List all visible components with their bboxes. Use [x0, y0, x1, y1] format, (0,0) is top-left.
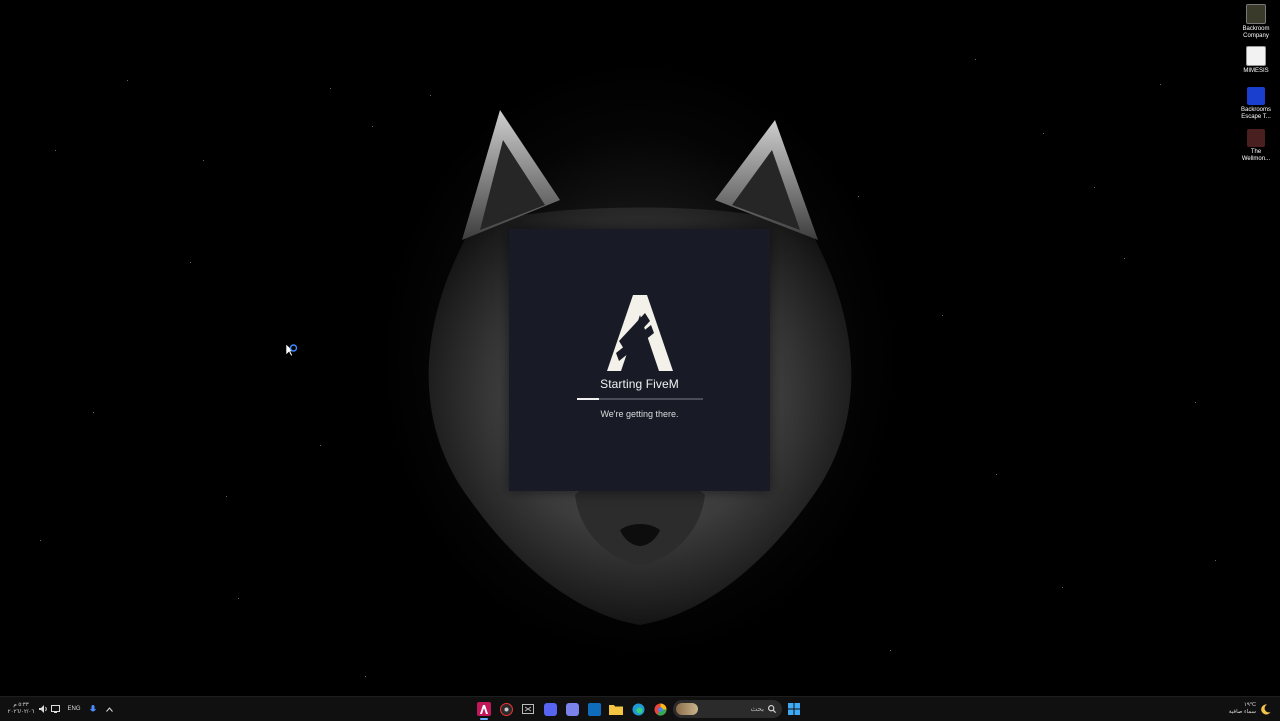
backroom-company-icon: [1246, 4, 1266, 24]
microphone-icon[interactable]: [88, 697, 98, 721]
desktop-icon-label: Escape T...: [1241, 114, 1271, 120]
search-icon: [768, 705, 776, 713]
backrooms-escape-icon: [1247, 87, 1265, 105]
search-highlight-image: [676, 703, 698, 715]
desktop-icon-label: Company: [1243, 33, 1269, 39]
splash-title: Starting FiveM: [600, 377, 679, 391]
browser-taskbar-button[interactable]: [651, 700, 669, 718]
the-wellmon-icon: [1247, 129, 1265, 147]
desktop-icon-mimesis[interactable]: MIMESIS: [1236, 46, 1276, 75]
busy-cursor-icon: [285, 343, 298, 357]
desktop-icon-label: The: [1250, 149, 1262, 155]
fivem-taskbar-button[interactable]: [475, 700, 493, 720]
discord-icon: [543, 702, 557, 716]
edge-icon: [632, 703, 644, 715]
moon-icon: [1258, 697, 1272, 721]
task-view-button[interactable]: [519, 700, 537, 718]
clock-time: ٥:٣٣ م: [13, 702, 29, 708]
teams-taskbar-button[interactable]: [563, 700, 581, 718]
network-icon[interactable]: [50, 697, 60, 721]
search-box[interactable]: بحث: [673, 700, 782, 718]
volume-icon[interactable]: [38, 697, 48, 721]
desktop-icon-label: Backrooms: [1240, 107, 1271, 113]
desktop-icon-label: Backroom: [1242, 26, 1270, 32]
start-button[interactable]: [785, 700, 803, 718]
desktop-icon-backroom-company[interactable]: Backroom Company: [1236, 4, 1276, 40]
clock[interactable]: ٥:٣٣ م ٢٠٢٦/٠٢/٠٦: [6, 697, 36, 721]
file-explorer-taskbar-button[interactable]: [607, 700, 625, 718]
fivem-icon: [477, 702, 491, 716]
outlook-taskbar-button[interactable]: [585, 700, 603, 718]
language-indicator[interactable]: ENG: [66, 697, 82, 721]
browser-icon: [654, 703, 666, 716]
desktop-icon-label: Wellmon...: [1241, 156, 1271, 162]
outlook-icon: [587, 702, 601, 716]
task-view-icon: [522, 704, 534, 714]
edge-taskbar-button[interactable]: [629, 700, 647, 718]
search-placeholder: بحث: [750, 706, 764, 713]
desktop-icon-label: MIMESIS: [1243, 68, 1269, 74]
windows-logo-icon: [788, 703, 800, 715]
desktop-icon-backrooms-escape[interactable]: Backrooms Escape T...: [1236, 87, 1276, 121]
discord-taskbar-button[interactable]: [541, 700, 559, 718]
progress-bar: [576, 398, 703, 400]
steam-taskbar-button[interactable]: [497, 700, 515, 718]
weather-temp: ١٩°C: [1243, 702, 1256, 708]
steam-icon: [499, 702, 513, 716]
file-explorer-icon: [609, 704, 623, 715]
desktop: Backroom Company MIMESIS Backrooms Escap…: [0, 0, 1280, 696]
teams-icon: [565, 702, 579, 716]
fivem-splash-window: Starting FiveM We're getting there.: [509, 229, 770, 491]
desktop-icon-the-wellmon[interactable]: The Wellmon...: [1236, 129, 1276, 163]
weather-widget[interactable]: ١٩°C سماء صافية: [1218, 697, 1256, 721]
taskbar: ٥:٣٣ م ٢٠٢٦/٠٢/٠٦ ENG بحث ١٩°C سماء صافي…: [0, 696, 1280, 721]
weather-desc: سماء صافية: [1228, 709, 1256, 715]
mimesis-icon: [1246, 46, 1266, 66]
clock-date: ٢٠٢٦/٠٢/٠٦: [7, 709, 35, 715]
progress-bar-fill: [576, 398, 600, 400]
splash-subtitle: We're getting there.: [600, 409, 679, 419]
fivem-logo: [606, 295, 673, 371]
chevron-up-icon[interactable]: [104, 697, 114, 721]
